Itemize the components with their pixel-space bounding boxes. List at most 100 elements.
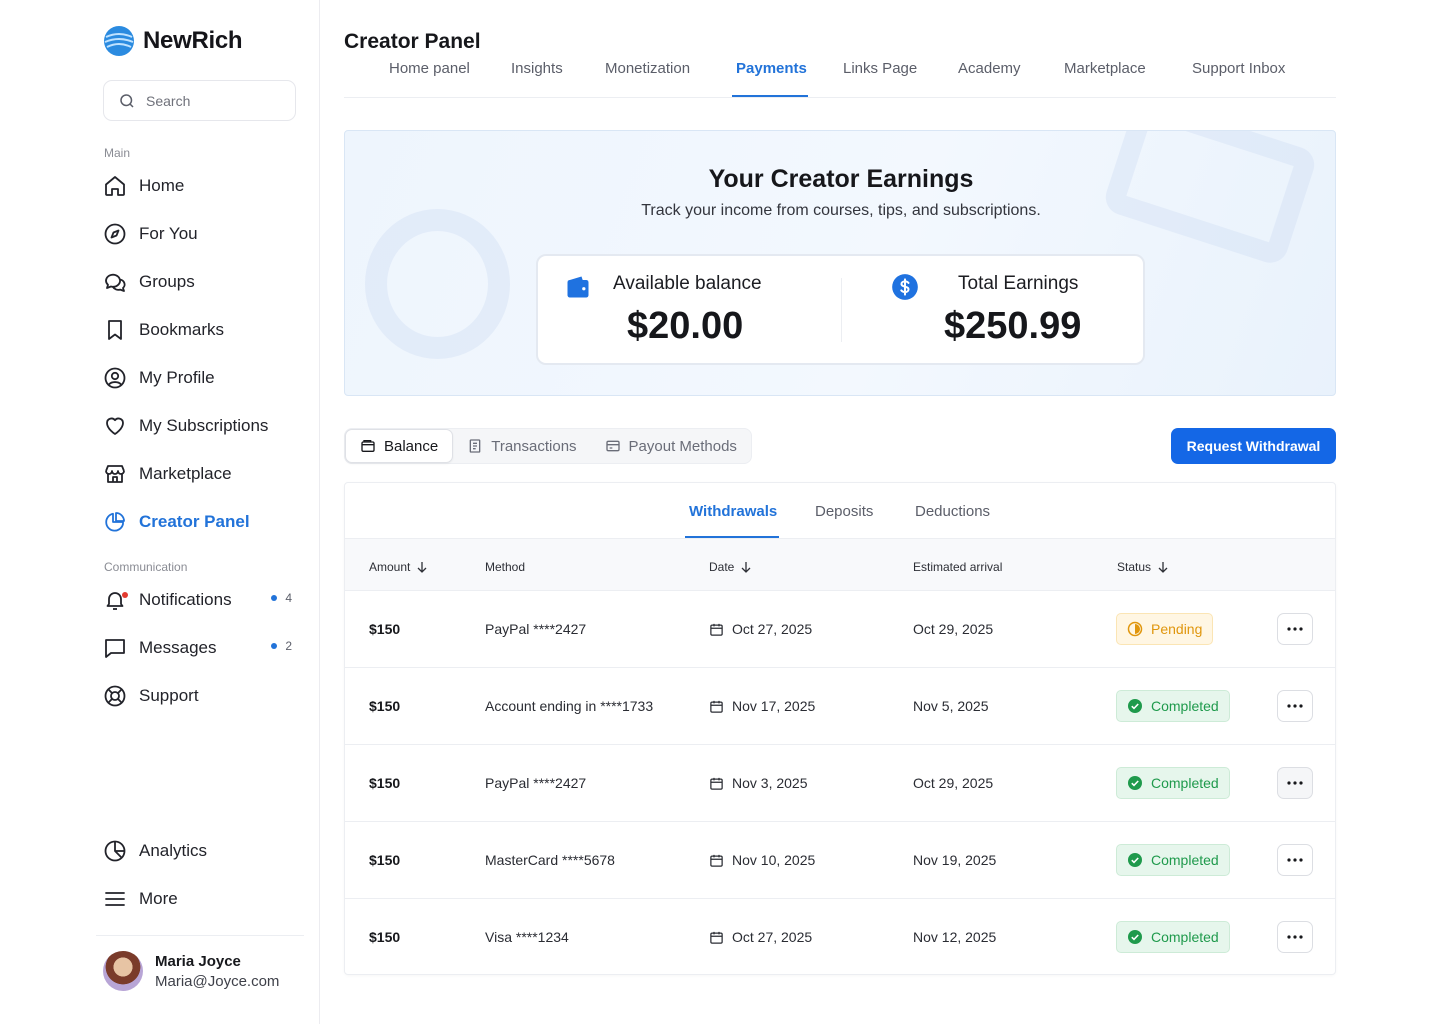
tab-payments[interactable]: Payments — [736, 60, 807, 77]
sidebar-item-bookmarks[interactable]: Bookmarks — [103, 312, 298, 348]
table-row: $150 Account ending in ****1733 Nov 17, … — [345, 668, 1335, 745]
sort-arrow-down-icon — [417, 562, 427, 573]
sort-arrow-down-icon — [741, 562, 751, 573]
search-box[interactable] — [103, 80, 296, 121]
user-profile[interactable]: Maria Joyce Maria@Joyce.com — [103, 951, 279, 991]
sidebar-item-label: Groups — [139, 272, 195, 291]
segment-balance[interactable]: Balance — [345, 429, 454, 463]
tab-support-inbox[interactable]: Support Inbox — [1192, 60, 1285, 77]
cell-method: PayPal ****2427 — [485, 775, 587, 791]
tab-marketplace[interactable]: Marketplace — [1064, 60, 1146, 77]
status-badge: Completed — [1116, 767, 1230, 799]
earnings-hero: Your Creator Earnings Track your income … — [344, 130, 1336, 396]
segment-payout-methods[interactable]: Payout Methods — [591, 429, 751, 463]
sidebar-item-more[interactable]: More — [103, 881, 298, 917]
tab-deductions[interactable]: Deductions — [915, 503, 990, 520]
more-dots-icon — [1287, 704, 1303, 708]
sidebar-item-support[interactable]: Support — [103, 678, 298, 714]
notification-dot — [122, 592, 128, 598]
sidebar-item-label: More — [139, 889, 178, 908]
sidebar: NewRich Main Home For You Groups Bookmar… — [0, 0, 320, 1024]
check-circle-icon — [1128, 776, 1142, 790]
sidebar-item-for-you[interactable]: For You — [103, 216, 298, 252]
sidebar-item-my-subscriptions[interactable]: My Subscriptions — [103, 408, 298, 444]
table-row: $150 PayPal ****2427 Oct 27, 2025 Oct 29… — [345, 591, 1335, 668]
available-balance-value: $20.00 — [627, 305, 744, 347]
check-circle-icon — [1128, 853, 1142, 867]
column-header-date[interactable]: Date — [709, 560, 752, 574]
sidebar-item-groups[interactable]: Groups — [103, 264, 298, 300]
top-tabs: Home panel Insights Monetization Payment… — [344, 58, 1336, 98]
dollar-coin-icon — [892, 274, 918, 300]
user-circle-icon — [104, 367, 126, 389]
column-header-amount[interactable]: Amount — [369, 560, 428, 574]
status-badge: Completed — [1116, 921, 1230, 953]
column-header-method: Method — [485, 560, 525, 574]
search-input[interactable] — [146, 92, 276, 109]
sidebar-item-messages[interactable]: Messages 2 — [103, 630, 298, 666]
column-header-label: Date — [709, 560, 735, 574]
table-header: Amount Method Date Estimated arrival Sta… — [345, 539, 1335, 591]
tab-monetization[interactable]: Monetization — [605, 60, 690, 77]
sidebar-item-label: My Subscriptions — [139, 416, 269, 435]
messages-count-badge: 2 — [271, 639, 292, 653]
status-text: Completed — [1151, 775, 1219, 791]
calendar-icon — [710, 931, 723, 944]
sidebar-item-label: Analytics — [139, 841, 208, 860]
sidebar-item-creator-panel[interactable]: Creator Panel — [103, 504, 298, 540]
active-tab-underline — [732, 95, 808, 97]
view-segmented-control: Balance Transactions Payout Methods — [344, 428, 752, 464]
user-email: Maria@Joyce.com — [155, 972, 280, 990]
bell-icon-wrap — [103, 588, 128, 612]
tab-withdrawals[interactable]: Withdrawals — [689, 503, 777, 520]
date-text: Nov 10, 2025 — [732, 852, 816, 868]
more-dots-icon — [1287, 858, 1303, 862]
tab-links-page[interactable]: Links Page — [843, 60, 917, 77]
compass-icon — [104, 223, 126, 245]
row-actions-button[interactable] — [1277, 690, 1313, 722]
wallet-outline-icon — [361, 440, 375, 452]
row-actions-button[interactable] — [1277, 613, 1313, 645]
status-text: Completed — [1151, 698, 1219, 714]
brand-logo-icon — [104, 26, 134, 56]
sidebar-item-marketplace[interactable]: Marketplace — [103, 456, 298, 492]
status-badge: Completed — [1116, 690, 1230, 722]
cell-arrival: Oct 29, 2025 — [913, 775, 994, 791]
message-icon — [105, 639, 125, 658]
badge-count: 2 — [285, 639, 292, 653]
segment-transactions[interactable]: Transactions — [453, 429, 590, 463]
row-actions-button[interactable] — [1277, 844, 1313, 876]
avatar — [103, 951, 143, 991]
column-header-estimated-arrival: Estimated arrival — [913, 560, 1002, 574]
cell-date: Oct 27, 2025 — [709, 929, 812, 945]
cell-date: Nov 10, 2025 — [709, 852, 815, 868]
check-circle-icon — [1128, 699, 1142, 713]
pending-icon — [1127, 621, 1143, 637]
tab-deposits[interactable]: Deposits — [815, 503, 873, 520]
more-dots-icon — [1287, 781, 1303, 785]
calendar-icon — [710, 623, 723, 636]
request-withdrawal-button[interactable]: Request Withdrawal — [1171, 428, 1336, 464]
sidebar-item-notifications[interactable]: Notifications 4 — [103, 582, 298, 618]
sidebar-item-analytics[interactable]: Analytics — [103, 833, 298, 869]
row-actions-button[interactable] — [1277, 767, 1313, 799]
tab-home-panel[interactable]: Home panel — [389, 60, 470, 77]
sidebar-item-label: Notifications — [139, 590, 232, 609]
sub-tabs: Withdrawals Deposits Deductions — [345, 483, 1335, 539]
column-header-status[interactable]: Status — [1117, 560, 1169, 574]
search-icon — [120, 93, 134, 108]
status-text: Pending — [1151, 621, 1203, 637]
brand[interactable]: NewRich — [103, 25, 243, 57]
page-title: Creator Panel — [344, 30, 481, 53]
tab-insights[interactable]: Insights — [511, 60, 563, 77]
earnings-subtitle: Track your income from courses, tips, an… — [641, 202, 1041, 219]
status-badge: Pending — [1116, 613, 1214, 645]
tab-academy[interactable]: Academy — [958, 60, 1021, 77]
row-actions-button[interactable] — [1277, 921, 1313, 953]
sidebar-item-my-profile[interactable]: My Profile — [103, 360, 298, 396]
home-icon — [105, 176, 125, 196]
sidebar-item-label: Home — [139, 176, 185, 195]
total-earnings-label: Total Earnings — [958, 273, 1079, 294]
sidebar-item-home[interactable]: Home — [103, 168, 298, 204]
table-row: $150 Visa ****1234 Oct 27, 2025 Nov 12, … — [345, 899, 1335, 976]
